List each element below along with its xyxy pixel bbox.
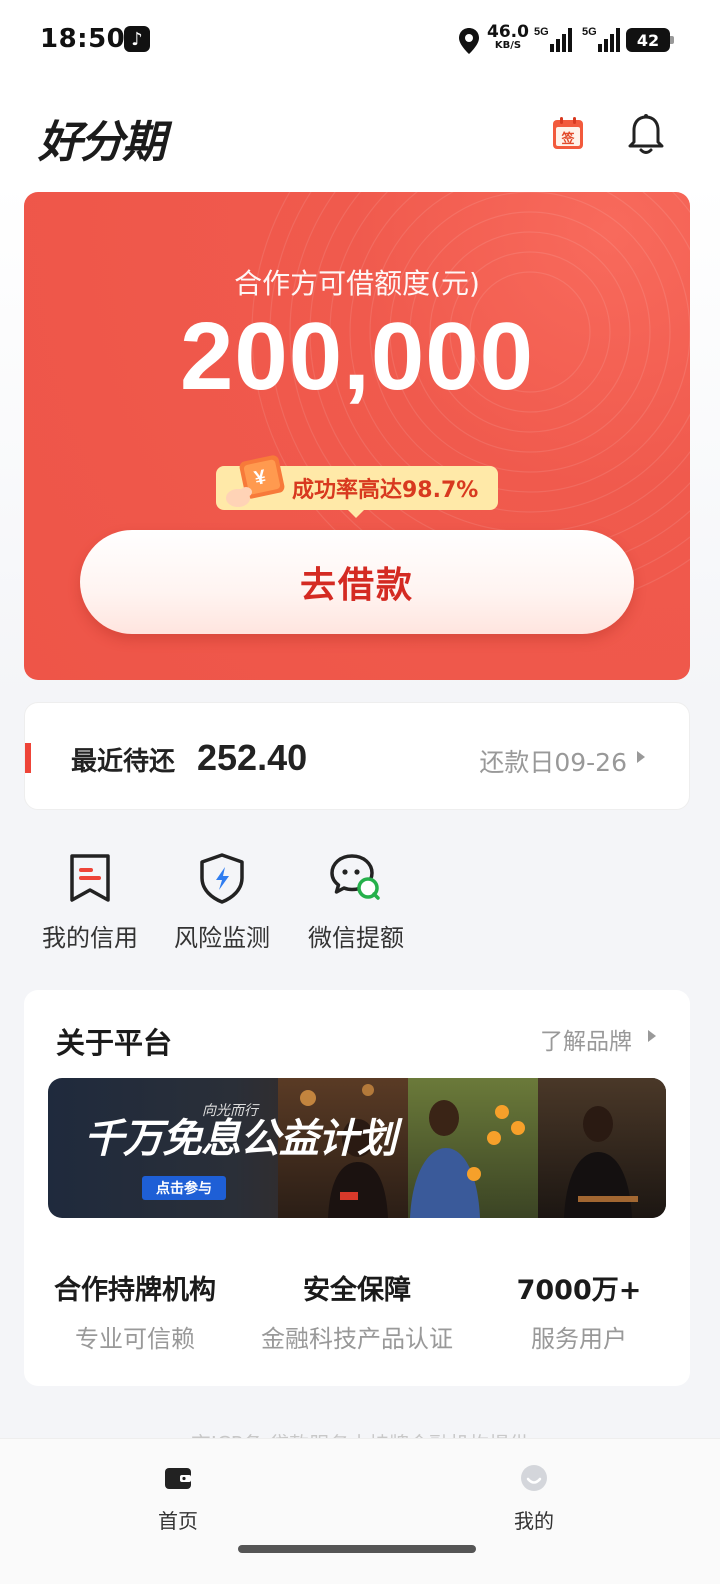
tab-label: 首页: [158, 1509, 198, 1533]
sign-glyph: 签: [560, 131, 575, 147]
stat-subtitle: 金融科技产品认证: [261, 1325, 453, 1353]
coupon-ticket-icon: ¥: [226, 455, 285, 507]
stat-title: 7000万+: [516, 1275, 642, 1306]
about-platform-card: 关于平台 了解品牌 千万免息公益计划 向光而行 点击参与 合作持牌机构 专业可信…: [24, 990, 690, 1386]
quick-action-wechat-raise[interactable]: 微信提额: [296, 850, 416, 953]
repay-accent-bar: [25, 743, 31, 773]
banner-subtitle: 向光而行: [202, 1103, 258, 1119]
signal-5g-icon: 5G: [582, 26, 620, 52]
location-icon: [459, 28, 479, 54]
stat-subtitle: 服务用户: [531, 1325, 627, 1353]
repay-due-date: 还款日09-26: [479, 748, 627, 777]
shield-lightning-icon: [200, 853, 244, 904]
stat-subtitle: 专业可信赖: [75, 1325, 195, 1353]
learn-brand-link[interactable]: 了解品牌: [540, 1022, 632, 1056]
status-bar: 18:50 ♪ 46.0 KB/S 5G 5G 42: [0, 0, 720, 80]
status-time: 18:50: [40, 24, 126, 54]
banner-join-button[interactable]: 点击参与: [142, 1176, 226, 1200]
quick-action-my-credit[interactable]: 我的信用: [30, 850, 150, 953]
signal-5g-icon: 5G: [534, 26, 572, 52]
calendar-sign-icon[interactable]: 签: [552, 116, 584, 150]
tab-label: 我的: [514, 1509, 554, 1533]
stat-title: 合作持牌机构: [54, 1275, 216, 1306]
svg-text:5G: 5G: [582, 26, 597, 38]
avatar-icon: [521, 1465, 547, 1491]
repay-label: 最近待还: [71, 747, 176, 777]
charity-banner[interactable]: 千万免息公益计划 向光而行 点击参与: [48, 1078, 666, 1218]
repay-amount: 252.40: [197, 737, 308, 778]
credit-limit-amount: 200,000: [179, 303, 534, 410]
tiktok-icon: ♪: [124, 26, 150, 52]
credit-bookmark-icon: [70, 854, 110, 902]
net-speed: 46.0 KB/S: [486, 24, 530, 51]
wechat-icon: [330, 854, 380, 900]
wallet-icon: [165, 1468, 191, 1489]
app-logo: 好分期: [38, 117, 166, 168]
stat-item: 合作持牌机构 专业可信赖: [24, 1268, 246, 1354]
home-indicator[interactable]: [238, 1545, 476, 1553]
bottom-tab-bar: 首页 我的: [0, 1438, 720, 1584]
recent-repayment-card[interactable]: 最近待还 252.40 还款日09-26: [24, 702, 690, 810]
stat-title: 安全保障: [303, 1275, 411, 1306]
tab-mine[interactable]: 我的: [484, 1463, 584, 1534]
chevron-right-icon: [648, 1030, 656, 1042]
app-header: 好分期 签: [0, 96, 720, 180]
net-speed-unit: KB/S: [494, 40, 522, 51]
stat-item: 安全保障 金融科技产品认证: [246, 1268, 468, 1354]
stat-item: 7000万+ 服务用户: [468, 1268, 690, 1354]
net-speed-value: 46.0: [487, 22, 529, 42]
success-rate-tag: ¥ 成功率高达98.7%: [216, 455, 498, 518]
about-title: 关于平台: [56, 1026, 173, 1060]
quick-action-label: 微信提额: [308, 924, 404, 952]
credit-limit-card: 合作方可借额度(元) 200,000 ¥ 成功率高达98.7% 去借款: [24, 192, 690, 680]
credit-limit-label: 合作方可借额度(元): [234, 267, 480, 300]
quick-action-label: 我的信用: [42, 924, 138, 952]
bell-icon[interactable]: [626, 112, 666, 156]
chevron-right-icon: [637, 751, 645, 763]
borrow-button[interactable]: 去借款: [80, 530, 634, 634]
tab-home[interactable]: 首页: [128, 1463, 228, 1534]
battery-icon: 42: [626, 28, 674, 52]
quick-action-label: 风险监测: [174, 924, 270, 952]
quick-action-risk-monitor[interactable]: 风险监测: [162, 850, 282, 953]
success-rate-text: 成功率高达98.7%: [292, 478, 479, 503]
svg-text:5G: 5G: [534, 26, 549, 38]
